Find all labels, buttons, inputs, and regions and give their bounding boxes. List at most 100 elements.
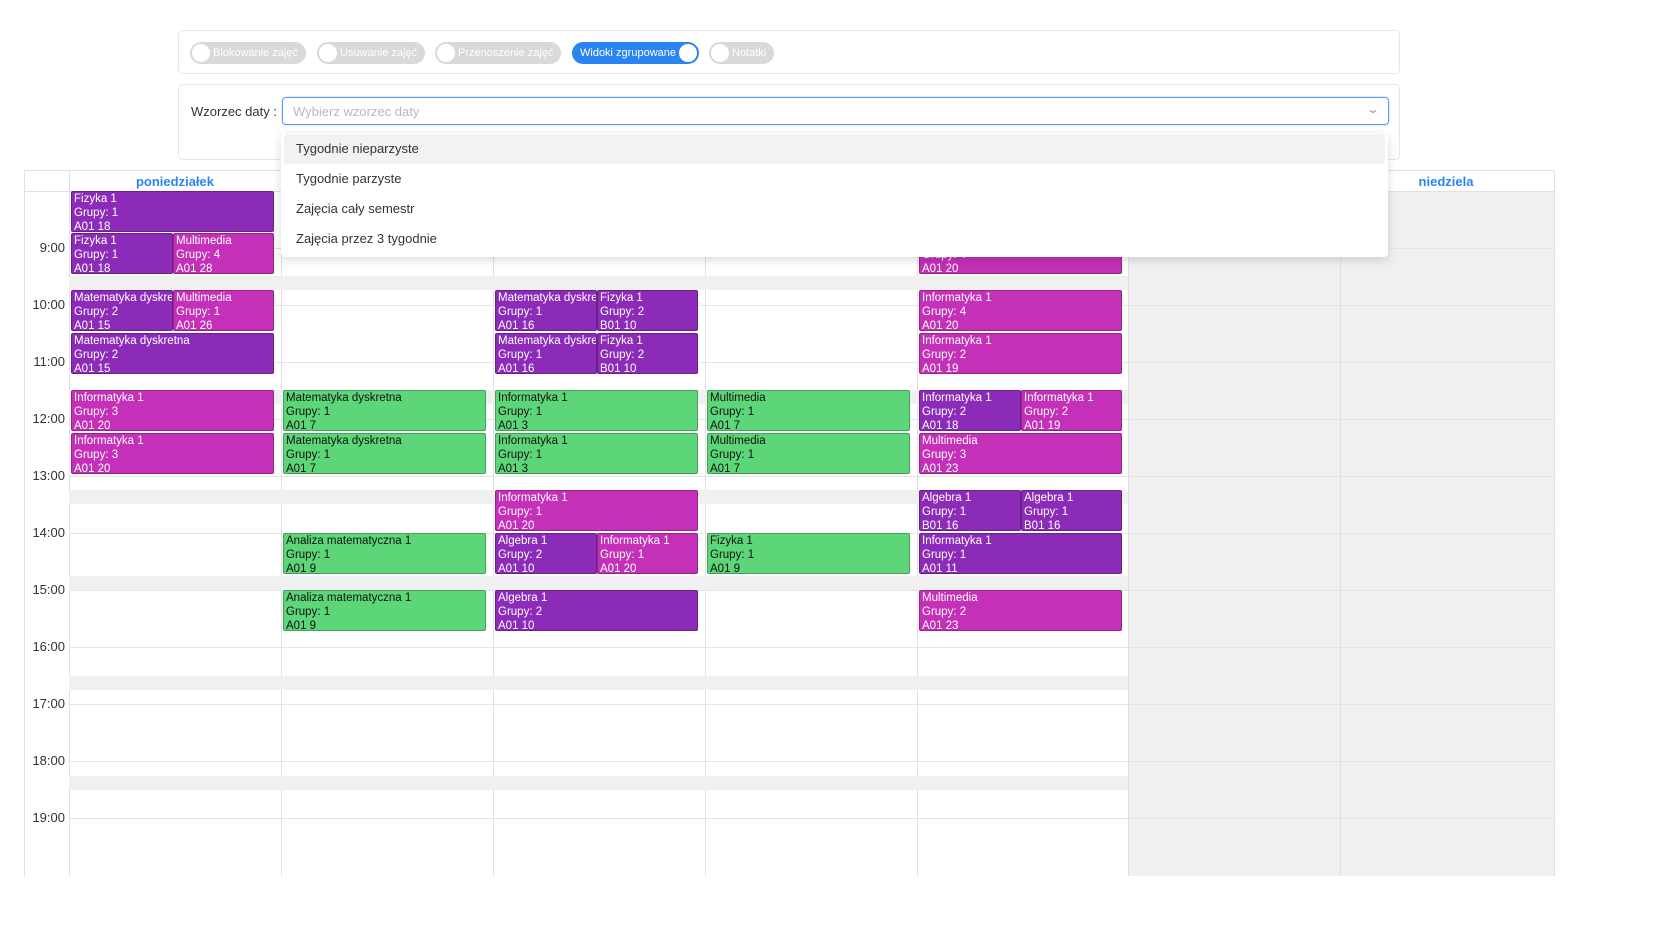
- dropdown-option[interactable]: Zajęcia przez 3 tygodnie: [284, 224, 1385, 254]
- event-groups: Grupy: 1: [922, 506, 967, 518]
- class-event[interactable]: Fizyka 1 Grupy: 2 B01 10: [597, 290, 698, 331]
- event-title: Informatyka 1: [1024, 392, 1094, 404]
- toggle-blokowanie[interactable]: Blokowanie zajęć: [190, 42, 306, 64]
- class-event[interactable]: Multimedia Grupy: 3 A01 23: [919, 433, 1122, 474]
- chevron-down-icon[interactable]: ⌄: [1366, 102, 1380, 116]
- toggle-notatki[interactable]: Notatki: [709, 42, 775, 64]
- event-title: Informatyka 1: [922, 335, 992, 347]
- event-room: A01 7: [286, 463, 317, 474]
- event-title: Informatyka 1: [498, 435, 568, 447]
- dropdown-option[interactable]: Zajęcia cały semestr: [284, 194, 1385, 224]
- toggle-usuwanie[interactable]: Usuwanie zajęć: [317, 42, 426, 64]
- class-event[interactable]: Matematyka dyskretna Grupy: 2 A01 15: [71, 290, 173, 331]
- event-title: Matematyka dyskretna: [498, 292, 597, 304]
- date-pattern-select[interactable]: Wybierz wzorzec daty ⌄: [282, 97, 1389, 125]
- event-room: A01 10: [498, 563, 535, 574]
- event-groups: Grupy: 1: [74, 207, 119, 219]
- date-pattern-placeholder: Wybierz wzorzec daty: [293, 104, 420, 119]
- event-room: A01 7: [710, 463, 741, 474]
- class-event[interactable]: Matematyka dyskretna Grupy: 1 A01 16: [495, 290, 597, 331]
- class-event[interactable]: Informatyka 1 Grupy: 3 A01 20: [71, 433, 274, 474]
- event-groups: Grupy: 1: [498, 306, 543, 318]
- event-room: A01 19: [1024, 420, 1061, 431]
- event-groups: Grupy: 1: [1024, 506, 1069, 518]
- class-event[interactable]: Fizyka 1 Grupy: 2 B01 10: [597, 333, 698, 374]
- event-room: B01 10: [600, 363, 637, 374]
- event-room: A01 20: [922, 263, 959, 274]
- event-room: B01 16: [1024, 520, 1061, 531]
- event-title: Fizyka 1: [74, 193, 117, 205]
- class-event[interactable]: Algebra 1 Grupy: 2 A01 10: [495, 533, 597, 574]
- class-event[interactable]: Analiza matematyczna 1 Grupy: 1 A01 9: [283, 590, 486, 631]
- class-event[interactable]: Multimedia Grupy: 4 A01 28: [173, 233, 274, 274]
- event-title: Informatyka 1: [74, 392, 144, 404]
- class-event[interactable]: Matematyka dyskretna Grupy: 1 A01 7: [283, 433, 486, 474]
- event-title: Matematyka dyskretna: [74, 335, 190, 347]
- class-event[interactable]: Fizyka 1 Grupy: 1 A01 9: [707, 533, 910, 574]
- hour-line: [69, 305, 1554, 306]
- event-room: A01 7: [286, 420, 317, 431]
- class-event[interactable]: Informatyka 1 Grupy: 4 A01 20: [919, 290, 1122, 331]
- dropdown-option[interactable]: Tygodnie parzyste: [284, 164, 1385, 194]
- event-groups: Grupy: 2: [74, 306, 119, 318]
- event-room: A01 3: [498, 463, 529, 474]
- event-groups: Grupy: 1: [286, 406, 331, 418]
- class-event[interactable]: Informatyka 1 Grupy: 1 A01 3: [495, 433, 698, 474]
- event-title: Informatyka 1: [600, 535, 670, 547]
- event-title: Fizyka 1: [600, 292, 643, 304]
- date-pattern-label: Wzorzec daty :: [191, 104, 277, 119]
- class-event[interactable]: Informatyka 1 Grupy: 1 A01 3: [495, 390, 698, 431]
- event-room: A01 15: [74, 363, 111, 374]
- class-event[interactable]: Algebra 1 Grupy: 1 B01 16: [919, 490, 1021, 531]
- class-event[interactable]: Matematyka dyskretna Grupy: 2 A01 15: [71, 333, 274, 374]
- class-event[interactable]: Informatyka 1 Grupy: 2 A01 19: [919, 333, 1122, 374]
- option-toggles-bar: Blokowanie zajęć Usuwanie zajęć Przenosz…: [178, 30, 1400, 74]
- event-title: Fizyka 1: [600, 335, 643, 347]
- class-event[interactable]: Multimedia Grupy: 1 A01 26: [173, 290, 274, 331]
- class-event[interactable]: Informatyka 1 Grupy: 1 A01 11: [919, 533, 1122, 574]
- class-event[interactable]: Matematyka dyskretna Grupy: 1 A01 16: [495, 333, 597, 374]
- class-event[interactable]: Informatyka 1 Grupy: 1 A01 20: [495, 490, 698, 531]
- class-event[interactable]: Algebra 1 Grupy: 2 A01 10: [495, 590, 698, 631]
- event-room: A01 16: [498, 320, 535, 331]
- event-groups: Grupy: 1: [922, 549, 967, 561]
- class-event[interactable]: Matematyka dyskretna Grupy: 1 A01 7: [283, 390, 486, 431]
- class-event[interactable]: Analiza matematyczna 1 Grupy: 1 A01 9: [283, 533, 486, 574]
- event-groups: Grupy: 2: [74, 349, 119, 361]
- class-event[interactable]: Informatyka 1 Grupy: 2 A01 19: [1021, 390, 1122, 431]
- event-groups: Grupy: 2: [922, 349, 967, 361]
- event-title: Analiza matematyczna 1: [286, 592, 412, 604]
- toggle-label: Widoki zgrupowane: [580, 47, 676, 59]
- event-room: A01 23: [922, 620, 959, 631]
- day-column-divider: [1128, 171, 1129, 876]
- event-title: Multimedia: [176, 235, 232, 247]
- event-title: Multimedia: [176, 292, 232, 304]
- class-event[interactable]: Multimedia Grupy: 1 A01 7: [707, 433, 910, 474]
- event-room: A01 19: [922, 363, 959, 374]
- toggle-przenoszenie[interactable]: Przenoszenie zajęć: [435, 42, 562, 64]
- class-event[interactable]: Fizyka 1 Grupy: 1 A01 18: [71, 233, 173, 274]
- class-event[interactable]: Informatyka 1 Grupy: 3 A01 20: [71, 390, 274, 431]
- event-groups: Grupy: 1: [710, 549, 755, 561]
- event-title: Matematyka dyskretna: [498, 335, 597, 347]
- event-groups: Grupy: 1: [498, 506, 543, 518]
- toggle-widoki-zgrupowane[interactable]: Widoki zgrupowane: [572, 42, 699, 64]
- event-room: A01 9: [710, 563, 741, 574]
- event-groups: Grupy: 1: [286, 549, 331, 561]
- class-event[interactable]: Informatyka 1 Grupy: 1 A01 20: [597, 533, 698, 574]
- hour-line: [69, 647, 1554, 648]
- event-groups: Grupy: 2: [922, 406, 967, 418]
- event-room: A01 9: [286, 563, 317, 574]
- event-room: A01 3: [498, 420, 529, 431]
- event-groups: Grupy: 3: [74, 406, 119, 418]
- event-title: Informatyka 1: [922, 392, 992, 404]
- dropdown-option[interactable]: Tygodnie nieparzyste: [284, 134, 1385, 164]
- class-event[interactable]: Fizyka 1 Grupy: 1 A01 18: [71, 191, 274, 232]
- class-event[interactable]: Multimedia Grupy: 2 A01 23: [919, 590, 1122, 631]
- event-title: Matematyka dyskretna: [286, 435, 402, 447]
- class-event[interactable]: Algebra 1 Grupy: 1 B01 16: [1021, 490, 1122, 531]
- time-label: 14:00: [32, 525, 65, 540]
- class-event[interactable]: Informatyka 1 Grupy: 2 A01 18: [919, 390, 1021, 431]
- hour-line: [69, 761, 1554, 762]
- class-event[interactable]: Multimedia Grupy: 1 A01 7: [707, 390, 910, 431]
